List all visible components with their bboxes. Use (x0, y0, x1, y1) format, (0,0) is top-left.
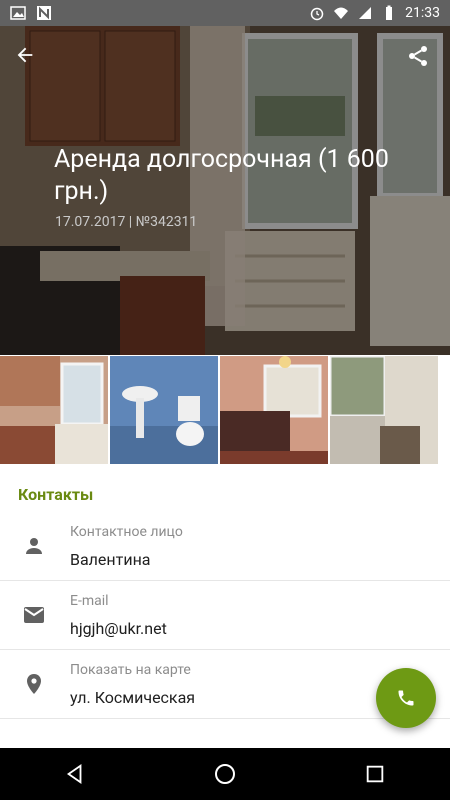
nav-recents-button[interactable] (355, 754, 395, 794)
location-pin-icon (27, 674, 41, 694)
contact-person-label: Контактное лицо (70, 524, 183, 540)
thumbnail-living-room-image (220, 356, 328, 464)
nav-home-button[interactable] (205, 754, 245, 794)
nav-home-icon (215, 764, 235, 784)
nav-back-icon (66, 764, 82, 784)
status-time: 21:33 (405, 5, 440, 21)
signal-icon (359, 7, 372, 19)
share-button[interactable] (406, 44, 438, 76)
email-label: E-mail (70, 593, 109, 609)
photo-thumbnail[interactable] (330, 356, 438, 464)
address-value: ул. Космическая (70, 688, 196, 707)
image-notification-icon (10, 6, 26, 20)
app-notification-icon (37, 6, 51, 20)
back-button[interactable] (14, 44, 46, 76)
photo-thumbnail-strip[interactable] (0, 356, 450, 464)
contacts-section-title: Контакты (18, 485, 94, 504)
contact-person-value: Валентина (70, 550, 151, 569)
status-bar: 21:33 (0, 0, 450, 26)
thumbnail-balcony-image (330, 356, 438, 464)
person-icon (26, 538, 42, 554)
battery-icon (386, 5, 393, 20)
listing-date-id: 17.07.2017 | №342311 (55, 214, 198, 230)
system-navigation-bar (0, 748, 450, 800)
nav-recents-icon (366, 765, 384, 783)
nav-back-button[interactable] (55, 754, 95, 794)
photo-thumbnail[interactable] (0, 356, 108, 464)
email-row[interactable]: E-mail hjgjh@ukr.net (0, 581, 450, 650)
phone-icon (398, 690, 414, 706)
contact-person-row[interactable]: Контактное лицо Валентина (0, 512, 450, 581)
email-value: hjgjh@ukr.net (70, 619, 167, 638)
photo-thumbnail[interactable] (220, 356, 328, 464)
map-label: Показать на карте (70, 662, 191, 678)
share-icon (409, 46, 427, 66)
arrow-back-icon (17, 47, 33, 63)
photo-thumbnail[interactable] (110, 356, 218, 464)
thumbnail-bathroom-image (110, 356, 218, 464)
listing-hero-photo[interactable]: Аренда долгосрочная (1 600 грн.) 17.07.2… (0, 26, 450, 355)
email-icon (24, 607, 44, 623)
alarm-icon (310, 7, 324, 21)
listing-title: Аренда долгосрочная (1 600 грн.) (54, 145, 389, 206)
call-button[interactable] (376, 668, 436, 728)
thumbnail-kitchen-image (0, 356, 108, 464)
wifi-icon (334, 7, 349, 19)
